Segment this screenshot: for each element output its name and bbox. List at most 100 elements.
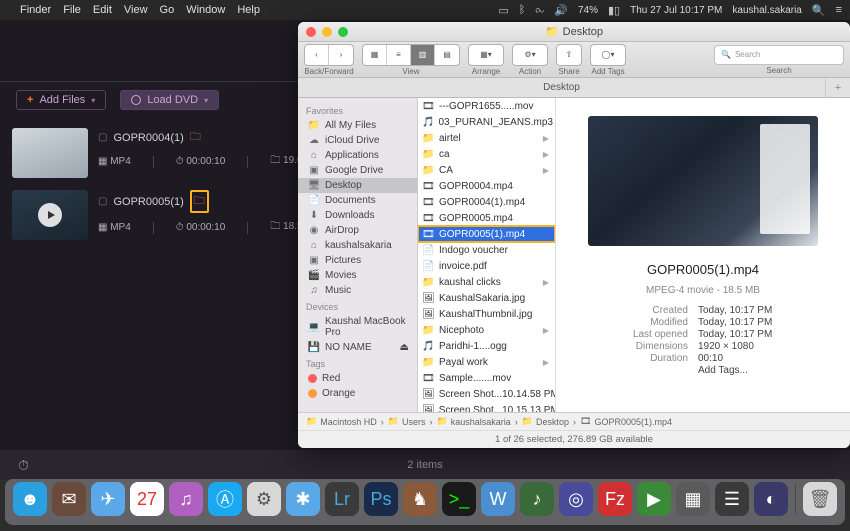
new-tab-button[interactable]: + [826, 78, 850, 97]
search-input[interactable]: 🔍Search [714, 45, 844, 65]
clock-icon[interactable]: ⏱ [18, 457, 29, 474]
notifications-icon[interactable]: ≡ [836, 4, 842, 16]
dock-app[interactable]: ✱ [286, 482, 320, 516]
dock-app[interactable]: ▦ [676, 482, 710, 516]
dock-app[interactable]: ✉ [52, 482, 86, 516]
arrange-button[interactable]: ▦▾ [469, 45, 503, 65]
eject-icon[interactable]: ⏏ [400, 342, 409, 353]
menu-go[interactable]: Go [160, 4, 175, 16]
file-row[interactable]: 🎞Sample.......mov [418, 370, 555, 386]
tags-button[interactable]: ◯▾ [591, 45, 625, 65]
sidebar-tag[interactable]: Orange [298, 386, 417, 401]
folder-icon[interactable]: 🗀 [190, 128, 201, 147]
menubar-user[interactable]: kaushal.sakaria [732, 5, 801, 16]
menu-view[interactable]: View [124, 4, 148, 16]
dock-app[interactable]: 27 [130, 482, 164, 516]
folder-icon[interactable]: 🗀 [194, 195, 205, 207]
file-row[interactable]: 🎞GOPR0005.mp4 [418, 210, 555, 226]
file-row[interactable]: 🎞---GOPR1655.....mov [418, 98, 555, 114]
dock-app[interactable]: Lr [325, 482, 359, 516]
file-row[interactable]: 🎞GOPR0005(1).mp4 [418, 226, 555, 242]
battery-pct[interactable]: 74% [578, 5, 598, 16]
media-thumbnail[interactable] [12, 128, 88, 178]
menubar-app[interactable]: Finder [20, 4, 51, 16]
path-segment[interactable]: 📁Users [388, 416, 426, 427]
file-row[interactable]: 📁Payal work▶ [418, 354, 555, 370]
file-row[interactable]: 🎵Paridhi-1....ogg [418, 338, 555, 354]
dock-app[interactable]: ♪ [520, 482, 554, 516]
sidebar-item[interactable]: 💾NO NAME⏏ [298, 340, 417, 355]
dock-app[interactable]: Ps [364, 482, 398, 516]
close-button[interactable] [306, 27, 316, 37]
file-row[interactable]: 🎵03_PURANI_JEANS.mp3 [418, 114, 555, 130]
volume-icon[interactable]: 🔊 [554, 4, 568, 17]
finder-tab[interactable]: Desktop [298, 78, 826, 97]
back-button[interactable]: ‹ [305, 45, 329, 65]
dock-app[interactable]: W [481, 482, 515, 516]
action-button[interactable]: ⚙▾ [513, 45, 547, 65]
sidebar-item[interactable]: 📄Documents [298, 193, 417, 208]
path-segment[interactable]: 🎞GOPR0005(1).mp4 [580, 416, 672, 427]
media-thumbnail[interactable] [12, 190, 88, 240]
sidebar-item[interactable]: ⌂Applications [298, 148, 417, 163]
forward-button[interactable]: › [329, 45, 353, 65]
file-row[interactable]: 🎞GOPR0004(1).mp4 [418, 194, 555, 210]
sidebar-item[interactable]: ♫Music [298, 283, 417, 298]
finder-titlebar[interactable]: 📁Desktop [298, 22, 850, 42]
menu-help[interactable]: Help [237, 4, 260, 16]
minimize-button[interactable] [322, 27, 332, 37]
sidebar-item[interactable]: ⌂kaushalsakaria [298, 238, 417, 253]
file-row[interactable]: 🖼Screen Shot...10.15.13 PM [418, 402, 555, 412]
airplay-icon[interactable]: ▭ [498, 4, 508, 17]
menu-file[interactable]: File [63, 4, 81, 16]
zoom-button[interactable] [338, 27, 348, 37]
file-row[interactable]: 🖼KaushalThumbnil.jpg [418, 306, 555, 322]
dock-app[interactable]: ☰ [715, 482, 749, 516]
view-column-button[interactable]: ▥ [411, 45, 435, 65]
file-row[interactable]: 📁CA▶ [418, 162, 555, 178]
dock-app[interactable]: 🗑 [803, 482, 837, 516]
menu-window[interactable]: Window [186, 4, 225, 16]
file-row[interactable]: 📁airtel▶ [418, 130, 555, 146]
path-segment[interactable]: 📁Desktop [522, 416, 569, 427]
dock-app[interactable]: >_ [442, 482, 476, 516]
dock-app[interactable]: ♫ [169, 482, 203, 516]
view-icon-button[interactable]: ▦ [363, 45, 387, 65]
menu-edit[interactable]: Edit [93, 4, 112, 16]
file-row[interactable]: 📁ca▶ [418, 146, 555, 162]
file-row[interactable]: 📁Nicephoto▶ [418, 322, 555, 338]
dock-app[interactable]: ♞ [403, 482, 437, 516]
sidebar-item[interactable]: 💻Kaushal MacBook Pro [298, 314, 417, 340]
wifi-icon[interactable]: ⧜ [535, 4, 544, 17]
sidebar-item[interactable]: ☁︎iCloud Drive [298, 133, 417, 148]
path-segment[interactable]: 📁Macintosh HD [306, 416, 377, 427]
sidebar-item[interactable]: 🖥Desktop [298, 178, 417, 193]
sidebar-item[interactable]: ▣Google Drive [298, 163, 417, 178]
battery-icon[interactable]: ▮▯ [608, 4, 620, 17]
play-icon[interactable] [38, 203, 62, 227]
file-row[interactable]: 📄Indogo voucher [418, 242, 555, 258]
file-row[interactable]: 📄invoice.pdf [418, 258, 555, 274]
file-row[interactable]: 🖼Screen Shot...10.14.58 PM [418, 386, 555, 402]
dock-app[interactable]: ✈ [91, 482, 125, 516]
dock-app[interactable]: ⚙ [247, 482, 281, 516]
bluetooth-icon[interactable]: ᛒ [519, 4, 526, 16]
sidebar-item[interactable]: ⬇︎Downloads [298, 208, 417, 223]
spotlight-icon[interactable]: 🔍 [812, 4, 826, 17]
dock-app[interactable]: Ⓐ [208, 482, 242, 516]
view-gallery-button[interactable]: ▤ [435, 45, 459, 65]
sidebar-tag[interactable]: Red [298, 371, 417, 386]
file-row[interactable]: 📁kaushal clicks▶ [418, 274, 555, 290]
dock-app[interactable]: ☻ [13, 482, 47, 516]
view-list-button[interactable]: ≡ [387, 45, 411, 65]
share-button[interactable]: ⇪ [557, 45, 581, 65]
sidebar-item[interactable]: ▣Pictures [298, 253, 417, 268]
add-tags-link[interactable]: Add Tags... [698, 365, 788, 376]
dock-app[interactable]: ▶ [637, 482, 671, 516]
file-row[interactable]: 🖼KaushalSakaria.jpg [418, 290, 555, 306]
sidebar-item[interactable]: 📁All My Files [298, 118, 417, 133]
dock-app[interactable]: ◎ [559, 482, 593, 516]
dock-app[interactable]: ◐ [754, 482, 788, 516]
path-segment[interactable]: 📁kaushalsakaria [436, 416, 510, 427]
menubar-datetime[interactable]: Thu 27 Jul 10:17 PM [630, 5, 722, 16]
